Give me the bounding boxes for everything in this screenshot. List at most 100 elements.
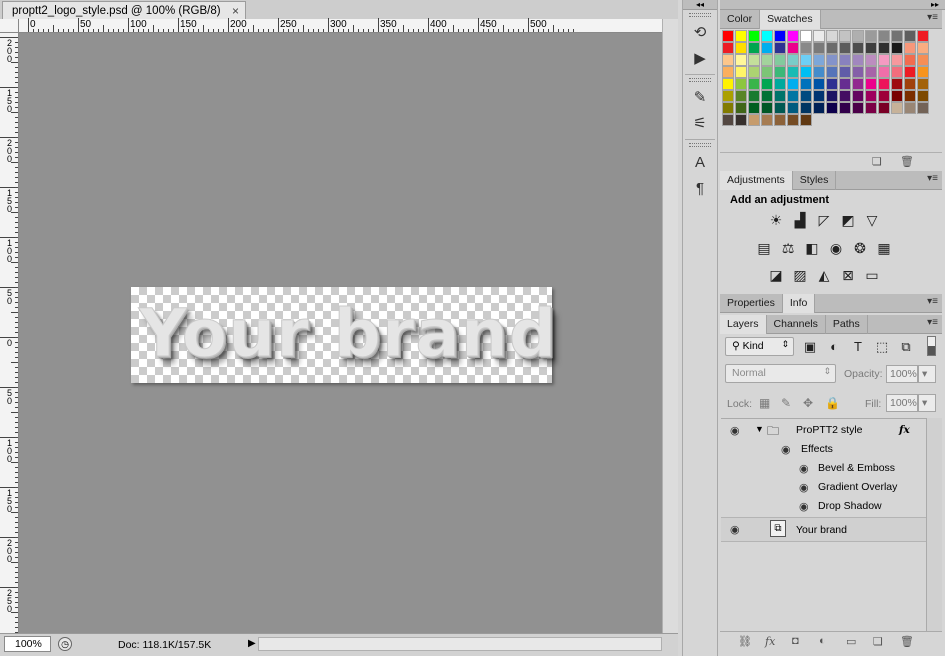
color-swatch[interactable] [735, 102, 747, 114]
color-swatch[interactable] [761, 54, 773, 66]
color-swatch[interactable] [852, 78, 864, 90]
color-swatch[interactable] [787, 78, 799, 90]
color-swatch[interactable] [748, 90, 760, 102]
color-swatch[interactable] [865, 78, 877, 90]
new-adjustment-icon[interactable]: ◐ [819, 635, 826, 647]
tab-properties[interactable]: Properties [720, 294, 783, 313]
color-swatch[interactable] [800, 30, 812, 42]
color-swatch[interactable] [748, 114, 760, 126]
color-swatch[interactable] [800, 102, 812, 114]
color-swatch[interactable] [839, 78, 851, 90]
history-icon[interactable]: ⟲ [683, 20, 717, 46]
color-swatch[interactable] [839, 42, 851, 54]
color-swatch[interactable] [839, 90, 851, 102]
posterize-icon[interactable]: ▨ [791, 267, 809, 283]
color-swatch[interactable] [748, 78, 760, 90]
photo-filter-icon[interactable]: ◉ [827, 240, 845, 256]
panel-grip[interactable] [689, 13, 711, 17]
color-swatch[interactable] [865, 30, 877, 42]
new-layer-icon[interactable]: ❏ [873, 635, 883, 648]
effect-row-bevel[interactable]: ◉ Bevel & Emboss [721, 459, 926, 478]
color-swatch[interactable] [826, 54, 838, 66]
selective-color-icon[interactable]: ⊠ [839, 267, 857, 283]
color-swatch[interactable] [761, 90, 773, 102]
shape-filter-icon[interactable]: ⬚ [874, 339, 890, 355]
color-swatch[interactable] [787, 114, 799, 126]
color-swatch[interactable] [813, 102, 825, 114]
curves-icon[interactable]: ◸ [815, 212, 833, 228]
color-swatch[interactable] [878, 30, 890, 42]
color-swatch[interactable] [748, 30, 760, 42]
color-swatch[interactable] [774, 102, 786, 114]
color-swatch[interactable] [722, 78, 734, 90]
brightness-contrast-icon[interactable]: ☀ [767, 212, 785, 228]
color-swatch[interactable] [735, 78, 747, 90]
color-swatch[interactable] [917, 42, 929, 54]
color-swatch[interactable] [748, 66, 760, 78]
color-swatch[interactable] [904, 54, 916, 66]
color-swatch[interactable] [904, 78, 916, 90]
panel-menu-icon[interactable]: ▾≡ [927, 173, 938, 184]
visibility-eye-icon[interactable]: ◉ [730, 424, 740, 437]
visibility-eye-icon[interactable]: ◉ [799, 462, 809, 475]
zoom-level-field[interactable]: 100% [4, 636, 51, 652]
color-swatch[interactable] [761, 30, 773, 42]
color-swatch[interactable] [722, 66, 734, 78]
color-swatch[interactable] [787, 66, 799, 78]
lock-transparent-icon[interactable]: ▦ [759, 396, 770, 410]
color-swatch[interactable] [761, 42, 773, 54]
color-swatch[interactable] [774, 90, 786, 102]
adjustment-filter-icon[interactable]: ◐ [826, 339, 842, 355]
visibility-eye-icon[interactable]: ◉ [781, 443, 791, 456]
fill-field[interactable]: 100% [886, 394, 918, 412]
color-swatch[interactable] [735, 90, 747, 102]
lock-all-icon[interactable]: 🔒 [825, 396, 840, 410]
brush-settings-icon[interactable]: ⚟ [683, 111, 717, 137]
color-swatch[interactable] [826, 102, 838, 114]
color-swatch[interactable] [852, 30, 864, 42]
color-swatch[interactable] [865, 90, 877, 102]
color-swatch[interactable] [761, 114, 773, 126]
color-swatch[interactable] [891, 78, 903, 90]
color-swatch[interactable] [774, 30, 786, 42]
layer-row-your-brand[interactable]: ◉ ⧉ Your brand [721, 517, 926, 542]
color-swatch[interactable] [787, 102, 799, 114]
color-swatch[interactable] [761, 66, 773, 78]
color-swatch[interactable] [735, 30, 747, 42]
color-swatch[interactable] [904, 30, 916, 42]
color-swatch[interactable] [787, 30, 799, 42]
color-swatch[interactable] [748, 54, 760, 66]
color-swatch[interactable] [826, 42, 838, 54]
color-swatch[interactable] [839, 102, 851, 114]
color-swatch[interactable] [826, 30, 838, 42]
canvas-document[interactable]: Your brand [131, 287, 557, 383]
color-swatch[interactable] [865, 54, 877, 66]
add-style-icon[interactable]: fx [765, 635, 775, 648]
lock-image-icon[interactable]: ✎ [781, 396, 791, 410]
color-swatch[interactable] [800, 66, 812, 78]
color-swatch[interactable] [774, 78, 786, 90]
effect-row-gradient-overlay[interactable]: ◉ Gradient Overlay [721, 478, 926, 497]
color-swatch[interactable] [826, 78, 838, 90]
color-swatch[interactable] [800, 54, 812, 66]
color-swatch[interactable] [891, 102, 903, 114]
color-swatch[interactable] [878, 54, 890, 66]
color-swatch[interactable] [891, 42, 903, 54]
color-swatch[interactable] [852, 102, 864, 114]
pixel-filter-icon[interactable]: ▣ [802, 339, 818, 355]
color-swatch[interactable] [800, 42, 812, 54]
brush-presets-icon[interactable]: ✎ [683, 85, 717, 111]
invert-icon[interactable]: ◪ [767, 267, 785, 283]
color-balance-icon[interactable]: ⚖ [779, 240, 797, 256]
vibrance-icon[interactable]: ▽ [863, 212, 881, 228]
color-swatch[interactable] [852, 42, 864, 54]
horizontal-ruler[interactable]: 0 50 100 150 200 250 300 350 400 450 500 [19, 18, 662, 33]
color-swatch[interactable] [735, 54, 747, 66]
color-swatch[interactable] [917, 66, 929, 78]
smart-object-filter-icon[interactable]: ⧉ [898, 339, 914, 355]
color-swatch[interactable] [735, 114, 747, 126]
filter-toggle[interactable] [927, 336, 936, 356]
delete-swatch-icon[interactable]: 🗑 [900, 155, 914, 168]
color-swatch[interactable] [748, 42, 760, 54]
opacity-field[interactable]: 100% [886, 365, 918, 383]
